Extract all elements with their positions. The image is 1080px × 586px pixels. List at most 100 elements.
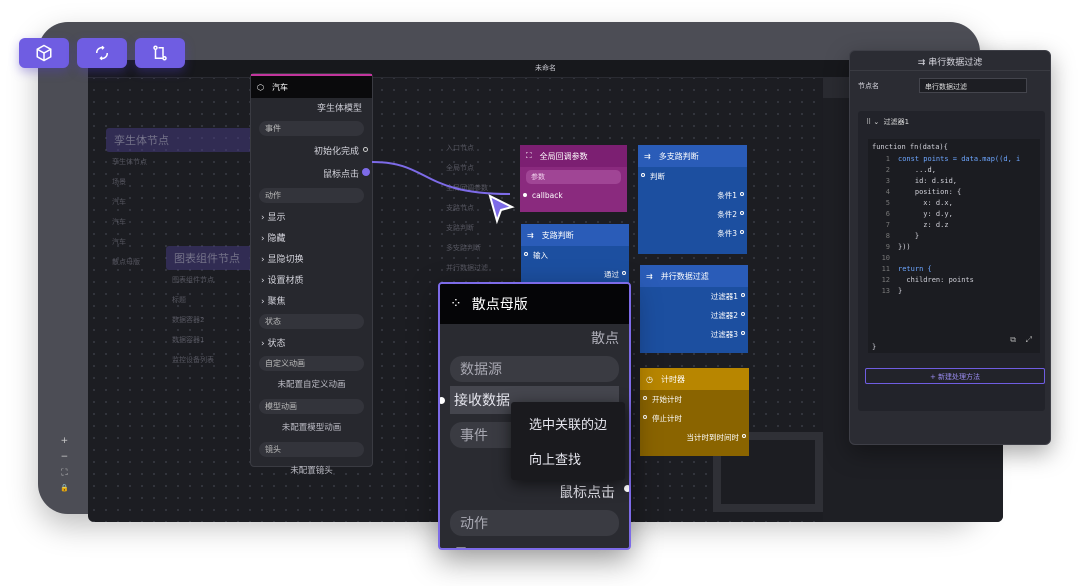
- copy-icon[interactable]: ⧉: [1010, 335, 1016, 344]
- line-number: 3: [885, 177, 890, 185]
- port-dot[interactable]: [741, 331, 745, 335]
- filter-icon: ⇉: [646, 271, 653, 281]
- node-name-row: 节点名 串行数据过滤: [850, 71, 1050, 100]
- code-line: 12 children: points: [872, 275, 1036, 286]
- port-dot[interactable]: [741, 312, 745, 316]
- line-text: return {: [898, 265, 932, 273]
- output-port[interactable]: 条件3: [638, 224, 747, 243]
- port-dot[interactable]: [624, 485, 629, 492]
- filter-header[interactable]: ⠿ ⌄ 过滤器1: [858, 111, 1045, 133]
- port-dot[interactable]: [740, 230, 744, 234]
- port-dot[interactable]: [740, 192, 744, 196]
- port-label: 判断: [650, 172, 665, 181]
- add-method-button[interactable]: + 新建处理方法: [865, 368, 1045, 384]
- port-dot[interactable]: [523, 193, 527, 197]
- line-number: 10: [881, 254, 890, 262]
- line-text: z: d.z: [898, 221, 949, 229]
- clock-icon: ◷: [646, 374, 653, 384]
- node-header[interactable]: ⇉ 多支路判断: [638, 145, 747, 167]
- multi-branch-node[interactable]: ⇉ 多支路判断 判断 条件1 条件2 条件3: [638, 145, 747, 254]
- input-port[interactable]: 开始计时: [640, 390, 749, 409]
- global-callback-node[interactable]: ⛶ 全局回调参数 参数 callback: [520, 145, 627, 212]
- branch-node[interactable]: ⇉ 支路判断 输入 通过: [521, 224, 629, 284]
- expand-icon[interactable]: ⤢: [1026, 335, 1032, 344]
- input-port[interactable]: 停止计时: [640, 409, 749, 428]
- output-port[interactable]: 当计时到时间时: [640, 428, 749, 447]
- node-header[interactable]: ⇉ 支路判断: [521, 224, 629, 246]
- node-title: 多支路判断: [658, 151, 699, 161]
- code-line: 1 const points = data.map((d, i: [872, 154, 1036, 165]
- code-line: 8 }: [872, 231, 1036, 242]
- port-label: 开始计时: [652, 395, 682, 404]
- zoom-controls: + − ⛶ 🔒: [60, 436, 69, 492]
- show-action[interactable]: 显示: [440, 540, 629, 548]
- code-line: 7 z: d.z: [872, 220, 1036, 231]
- port-label: 停止计时: [652, 414, 682, 423]
- code-line: 2 ...d,: [872, 165, 1036, 176]
- port-dot[interactable]: [524, 252, 528, 256]
- line-number: 6: [885, 210, 890, 218]
- parallel-filter-node[interactable]: ⇉ 并行数据过滤 过滤器1 过滤器2 过滤器3: [640, 265, 748, 353]
- port-dot[interactable]: [643, 396, 647, 400]
- code-line: 6 y: d.y,: [872, 209, 1036, 220]
- context-menu: 选中关联的边 向上查找: [511, 402, 625, 480]
- line-number: 2: [885, 166, 890, 174]
- param-pill: 参数: [526, 170, 621, 184]
- output-port[interactable]: 过滤器1: [640, 287, 748, 306]
- input-port[interactable]: 判断: [638, 167, 747, 186]
- port-label: 条件3: [717, 229, 737, 238]
- line-number: 1: [885, 155, 890, 163]
- node-header[interactable]: ◷ 计时器: [640, 368, 749, 390]
- port-dot[interactable]: [741, 293, 745, 297]
- code-line: 5 x: d.x,: [872, 198, 1036, 209]
- port-dot[interactable]: [440, 397, 445, 404]
- node-header[interactable]: ⁘ 散点母版: [440, 284, 629, 324]
- code-line: 10: [872, 253, 1036, 264]
- code-line: 11 return {: [872, 264, 1036, 275]
- line-text: }: [898, 232, 920, 240]
- line-text: const points = data.map((d, i: [898, 155, 1021, 163]
- port-dot[interactable]: [742, 434, 746, 438]
- port-dot[interactable]: [740, 211, 744, 215]
- code-line: 13}: [872, 286, 1036, 297]
- node-header[interactable]: ⇉ 并行数据过滤: [640, 265, 748, 287]
- node-name-label: 节点名: [858, 81, 879, 90]
- callback-port[interactable]: callback: [520, 187, 627, 204]
- line-text: id: d.sid,: [898, 177, 958, 185]
- properties-panel: ⇉ 串行数据过滤 节点名 串行数据过滤 ⠿ ⌄ 过滤器1 function fn…: [849, 50, 1051, 445]
- filter-section: ⠿ ⌄ 过滤器1 function fn(data){ 1 const point…: [858, 111, 1045, 411]
- fit-view-button[interactable]: ⛶: [61, 468, 67, 478]
- line-number: 5: [885, 199, 890, 207]
- node-name-input[interactable]: 串行数据过滤: [919, 78, 1027, 93]
- port-label: 过滤器1: [710, 292, 738, 301]
- port-dot[interactable]: [641, 173, 645, 177]
- output-port[interactable]: 条件2: [638, 205, 747, 224]
- scatter-icon: ⁘: [450, 296, 462, 312]
- zoom-out-button[interactable]: −: [61, 452, 69, 462]
- line-text: x: d.x,: [898, 199, 953, 207]
- node-header[interactable]: ⛶ 全局回调参数: [520, 145, 627, 167]
- lock-button[interactable]: 🔒: [60, 484, 69, 492]
- output-port[interactable]: 过滤器3: [640, 325, 748, 344]
- code-line: 4 position: {: [872, 187, 1036, 198]
- output-port[interactable]: 过滤器2: [640, 306, 748, 325]
- timer-node[interactable]: ◷ 计时器 开始计时 停止计时 当计时到时间时: [640, 368, 749, 456]
- port-dot[interactable]: [622, 271, 626, 275]
- input-port[interactable]: 输入: [521, 246, 629, 265]
- line-text: position: {: [898, 188, 962, 196]
- node-title: 支路判断: [541, 230, 574, 240]
- zoom-in-button[interactable]: +: [61, 436, 69, 446]
- menu-item-select-edges[interactable]: 选中关联的边: [511, 402, 625, 437]
- node-title: 并行数据过滤: [660, 271, 709, 281]
- data-source-section: 数据源: [450, 356, 619, 382]
- port-dot[interactable]: [643, 415, 647, 419]
- code-editor[interactable]: function fn(data){ 1 const points = data.…: [868, 139, 1040, 353]
- line-number: 7: [885, 221, 890, 229]
- output-port[interactable]: 条件1: [638, 186, 747, 205]
- line-number: 11: [881, 265, 890, 273]
- node-title: 全局回调参数: [539, 151, 588, 161]
- port-label: 通过: [604, 270, 619, 279]
- menu-item-search-up[interactable]: 向上查找: [511, 437, 625, 472]
- node-subtitle: 散点: [591, 331, 619, 347]
- port-label: 条件2: [717, 210, 737, 219]
